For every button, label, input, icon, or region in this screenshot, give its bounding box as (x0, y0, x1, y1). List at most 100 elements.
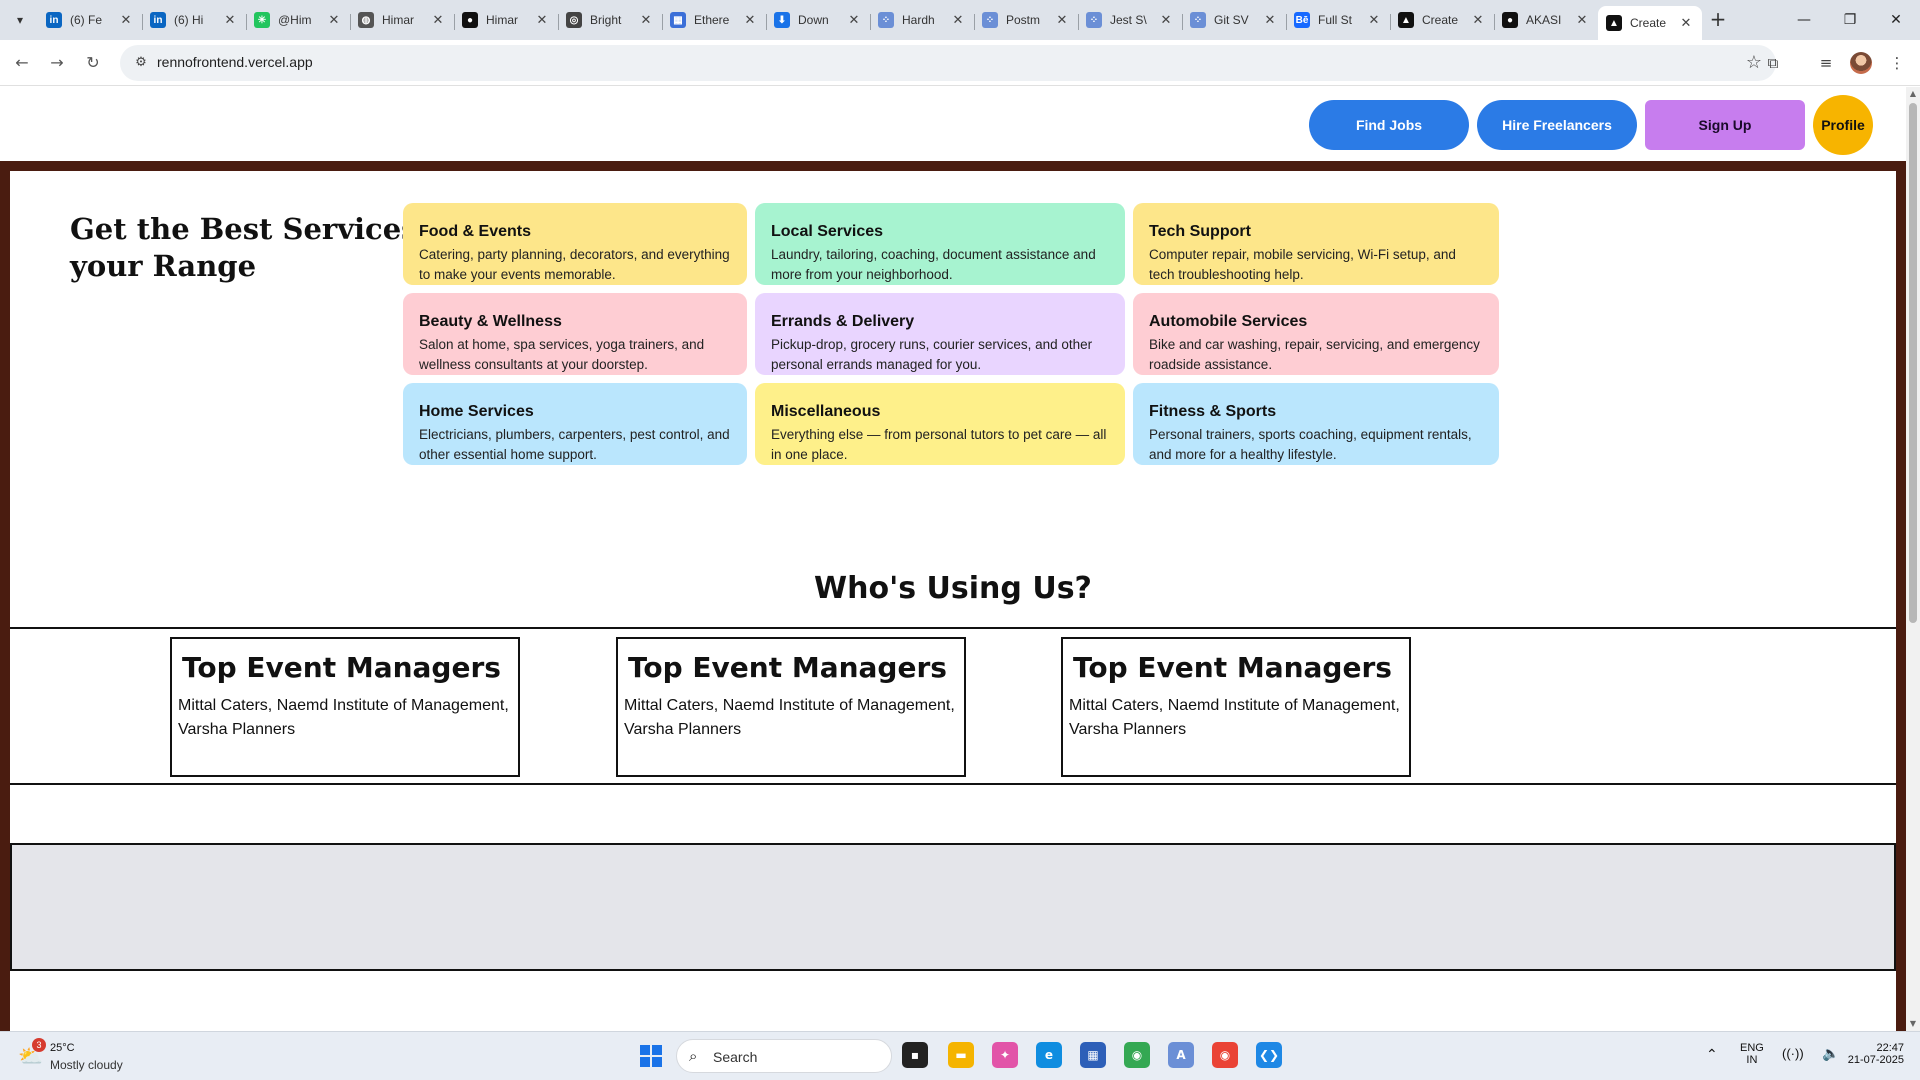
extensions-icon[interactable]: ⧉ (1762, 52, 1784, 74)
wifi-icon[interactable]: ((·)) (1782, 1046, 1804, 1061)
browser-tab[interactable]: ● AKASI ✕ (1494, 6, 1598, 34)
browser-menu-icon[interactable]: ⋮ (1886, 52, 1908, 74)
scroll-up-arrow-icon[interactable]: ▲ (1906, 87, 1920, 101)
tab-close-icon[interactable]: ✕ (1678, 15, 1694, 31)
reload-button[interactable]: ↻ (79, 49, 107, 77)
tab-close-icon[interactable]: ✕ (534, 12, 550, 28)
tab-title: Jest S\ (1110, 13, 1147, 27)
tab-title: Create (1630, 16, 1667, 30)
service-card[interactable]: Tech Support Computer repair, mobile serv… (1133, 203, 1499, 285)
service-card-description: Everything else — from personal tutors t… (771, 427, 1107, 462)
browser-tab[interactable]: ⬇ Down ✕ (766, 6, 870, 34)
task-view-icon[interactable]: ▪ (902, 1042, 928, 1068)
site-info-icon[interactable]: ⚙ (132, 54, 150, 72)
forward-button[interactable]: → (43, 49, 71, 77)
user-card-description: Mittal Caters, Naemd Institute of Manage… (624, 697, 955, 738)
tab-title: Hardh (902, 13, 935, 27)
browser-tab[interactable]: ◍ Himar ✕ (350, 6, 454, 34)
tab-title: Postm (1006, 13, 1041, 27)
vercel-icon: ▲ (1398, 12, 1414, 28)
url-text[interactable]: rennofrontend.vercel.app (157, 54, 313, 70)
browser-tab[interactable]: in (6) Fe ✕ (38, 6, 142, 34)
language-indicator[interactable]: ENG IN (1740, 1042, 1764, 1066)
browser-tab[interactable]: ⁘ Hardh ✕ (870, 6, 974, 34)
tab-search-chevron-icon[interactable]: ▾ (8, 8, 32, 32)
site-navbar: Find Jobs Hire Freelancers Sign Up Profi… (0, 87, 1906, 161)
browser-tab[interactable]: ● Himar ✕ (454, 6, 558, 34)
page-scrollbar[interactable]: ▲ ▼ (1906, 87, 1920, 1031)
media-controls-icon[interactable]: ≡ (1815, 52, 1837, 74)
search-icon: ⌕ (689, 1047, 698, 1065)
browser-tab[interactable]: ✳ @Him ✕ (246, 6, 350, 34)
browser-tab[interactable]: in (6) Hi ✕ (142, 6, 246, 34)
find-jobs-button[interactable]: Find Jobs (1309, 100, 1469, 150)
browser-tab[interactable]: ⁘ Git SV ✕ (1182, 6, 1286, 34)
user-card-title: Top Event Managers (628, 651, 947, 684)
service-card[interactable]: Automobile Services Bike and car washing,… (1133, 293, 1499, 375)
tray-chevron-up-icon[interactable]: ⌃ (1706, 1046, 1718, 1063)
file-explorer-icon[interactable]: ▬ (948, 1042, 974, 1068)
tab-close-icon[interactable]: ✕ (1262, 12, 1278, 28)
browser-tab[interactable]: ⁘ Jest S\ ✕ (1078, 6, 1182, 34)
tab-close-icon[interactable]: ✕ (118, 12, 134, 28)
tab-close-icon[interactable]: ✕ (222, 12, 238, 28)
globe-icon: ◍ (358, 12, 374, 28)
tab-close-icon[interactable]: ✕ (1574, 12, 1590, 28)
chrome-profile-icon[interactable]: ◉ (1124, 1042, 1150, 1068)
tab-title: Ethere (694, 13, 730, 27)
volume-icon[interactable]: 🔈 (1822, 1045, 1839, 1062)
browser-tab[interactable]: ⁘ Postm ✕ (974, 6, 1078, 34)
service-card[interactable]: Beauty & Wellness Salon at home, spa serv… (403, 293, 747, 375)
bookmark-star-icon[interactable]: ☆ (1746, 52, 1762, 73)
tab-close-icon[interactable]: ✕ (1470, 12, 1486, 28)
service-card[interactable]: Home Services Electricians, plumbers, car… (403, 383, 747, 465)
tab-close-icon[interactable]: ✕ (846, 12, 862, 28)
tab-close-icon[interactable]: ✕ (430, 12, 446, 28)
back-button[interactable]: ← (8, 49, 36, 77)
service-card[interactable]: Food & Events Catering, party planning, d… (403, 203, 747, 285)
user-card: Top Event Managers Mittal Caters, Naemd I… (170, 637, 520, 777)
users-section: Top Event Managers Mittal Caters, Naemd I… (10, 627, 1896, 785)
weather-condition-text: Mostly cloudy (50, 1058, 123, 1072)
copilot-icon[interactable]: ✦ (992, 1042, 1018, 1068)
tab-close-icon[interactable]: ✕ (1366, 12, 1382, 28)
service-card[interactable]: Fitness & Sports Personal trainers, sport… (1133, 383, 1499, 465)
service-card[interactable]: Miscellaneous Everything else — from pers… (755, 383, 1125, 465)
app-store-icon[interactable]: A (1168, 1042, 1194, 1068)
tab-close-icon[interactable]: ✕ (1054, 12, 1070, 28)
browser-tab[interactable]: Bē Full St ✕ (1286, 6, 1390, 34)
gray-section (10, 843, 1896, 971)
hire-freelancers-button[interactable]: Hire Freelancers (1477, 100, 1637, 150)
service-card[interactable]: Errands & Delivery Pickup-drop, grocery r… (755, 293, 1125, 375)
service-card-description: Salon at home, spa services, yoga traine… (419, 337, 705, 372)
tab-close-icon[interactable]: ✕ (742, 12, 758, 28)
start-button-windows-icon[interactable] (640, 1045, 662, 1067)
tab-close-icon[interactable]: ✕ (638, 12, 654, 28)
chrome-icon[interactable]: ◉ (1212, 1042, 1238, 1068)
taskbar-search-box[interactable]: ⌕ Search (676, 1039, 892, 1073)
store-icon[interactable]: ▦ (1080, 1042, 1106, 1068)
profile-avatar[interactable] (1850, 52, 1872, 74)
vscode-icon[interactable]: ❮❯ (1256, 1042, 1282, 1068)
weather-widget[interactable]: ⛅ 3 25°C Mostly cloudy (18, 1038, 158, 1074)
close-window-button[interactable]: ✕ (1868, 0, 1920, 40)
browser-tab[interactable]: ◎ Bright ✕ (558, 6, 662, 34)
vercel-icon: ▲ (1606, 15, 1622, 31)
sign-up-button[interactable]: Sign Up (1645, 100, 1805, 150)
browser-tab[interactable]: ▲ Create ✕ (1598, 6, 1702, 40)
clock[interactable]: 22:47 21-07-2025 (1838, 1042, 1904, 1066)
service-card[interactable]: Local Services Laundry, tailoring, coachi… (755, 203, 1125, 285)
browser-tab[interactable]: ▲ Create ✕ (1390, 6, 1494, 34)
address-bar[interactable]: ⚙ rennofrontend.vercel.app ☆ (120, 45, 1776, 81)
tab-close-icon[interactable]: ✕ (950, 12, 966, 28)
scrollbar-thumb[interactable] (1909, 103, 1917, 623)
edge-icon[interactable]: e (1036, 1042, 1062, 1068)
tab-close-icon[interactable]: ✕ (326, 12, 342, 28)
tab-close-icon[interactable]: ✕ (1158, 12, 1174, 28)
profile-button[interactable]: Profile (1813, 95, 1873, 155)
new-tab-button[interactable]: + (1704, 8, 1732, 32)
browser-tab[interactable]: ▦ Ethere ✕ (662, 6, 766, 34)
language-top: ENG (1740, 1042, 1764, 1054)
scroll-down-arrow-icon[interactable]: ▼ (1906, 1017, 1920, 1031)
tab-title: Bright (590, 13, 622, 27)
